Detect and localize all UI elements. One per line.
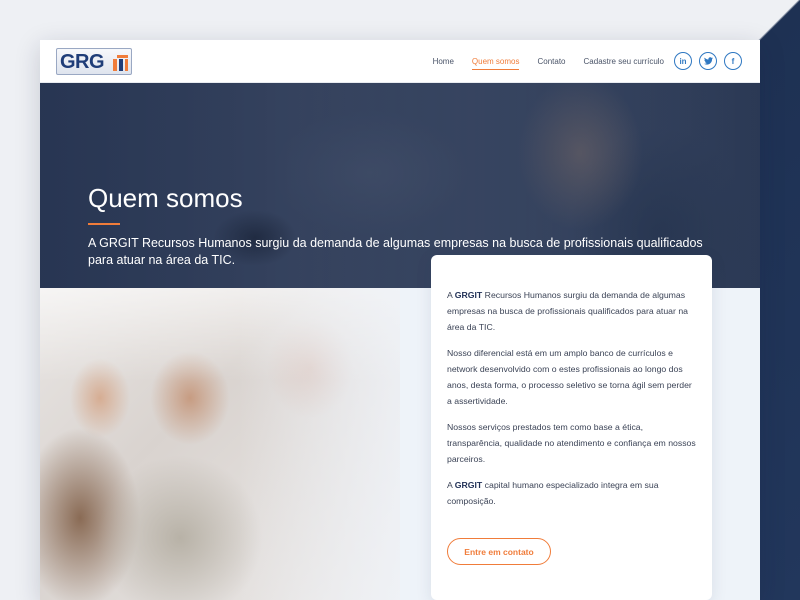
logo-mark-icon <box>113 55 128 71</box>
p1-rest: Recursos Humanos surgiu da demanda de al… <box>447 290 688 332</box>
site-logo[interactable]: GRG <box>56 48 132 75</box>
website-frame: GRG Home Quem somos Contato Cadastre seu… <box>40 40 760 600</box>
logo-text: GRG <box>60 51 105 73</box>
nav-cadastre-curriculo[interactable]: Cadastre seu currículo <box>584 53 664 70</box>
p4-prefix: A <box>447 480 455 490</box>
linkedin-icon[interactable]: in <box>674 52 692 70</box>
main-nav: Home Quem somos Contato Cadastre seu cur… <box>433 40 664 83</box>
photo-fade-overlay <box>40 288 400 600</box>
team-photo <box>40 288 400 600</box>
nav-contato[interactable]: Contato <box>537 53 565 70</box>
p4-brand: GRGIT <box>454 480 483 490</box>
p1-brand: GRGIT <box>454 290 483 300</box>
twitter-bird-glyph <box>703 57 713 65</box>
facebook-icon[interactable]: f <box>724 52 742 70</box>
about-paragraph-4: A GRGIT capital humano especializado int… <box>447 477 696 509</box>
page-title: Quem somos <box>88 183 243 213</box>
social-links: in f <box>674 52 742 70</box>
nav-quem-somos[interactable]: Quem somos <box>471 53 520 70</box>
twitter-icon[interactable] <box>699 52 717 70</box>
about-paragraph-1: A GRGIT Recursos Humanos surgiu da deman… <box>447 287 696 335</box>
p1-prefix: A <box>447 290 455 300</box>
site-header: GRG Home Quem somos Contato Cadastre seu… <box>40 40 760 83</box>
about-paragraph-3: Nossos serviços prestados tem como base … <box>447 422 696 464</box>
about-card: A GRGIT Recursos Humanos surgiu da deman… <box>431 255 712 600</box>
about-paragraph-2: Nosso diferencial está em um amplo banco… <box>447 348 692 406</box>
nav-home[interactable]: Home <box>433 53 454 70</box>
contact-button[interactable]: Entre em contato <box>447 538 551 565</box>
title-underline <box>88 223 120 225</box>
